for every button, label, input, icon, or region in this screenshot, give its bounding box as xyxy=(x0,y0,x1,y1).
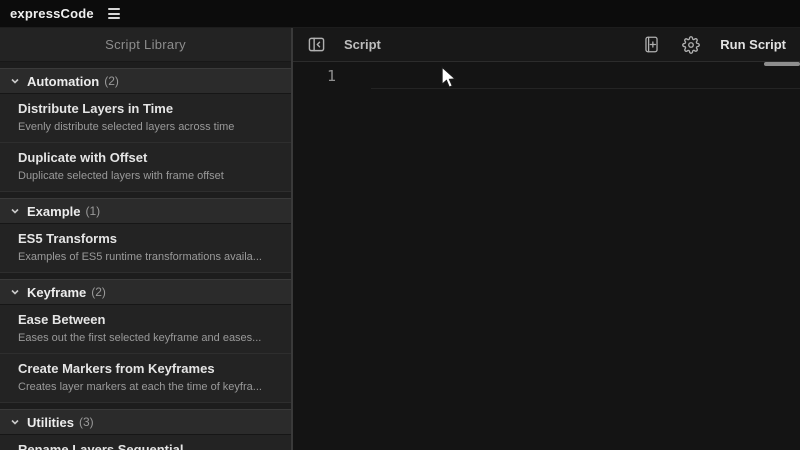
list-item-create-markers[interactable]: Create Markers from Keyframes Creates la… xyxy=(0,354,291,403)
mouse-cursor-icon xyxy=(440,65,458,97)
sidebar-title: Script Library xyxy=(105,37,186,52)
topbar: expressCode xyxy=(0,0,800,28)
chevron-down-icon xyxy=(10,206,20,216)
hamburger-menu-icon[interactable] xyxy=(107,8,120,19)
editor-panel: Script Run Script 1 xyxy=(293,28,800,450)
section-title: Example xyxy=(27,203,81,219)
item-title: Duplicate with Offset xyxy=(18,150,148,165)
sidebar-header: Script Library xyxy=(0,28,291,62)
main-split: Script Library Automation (2) Distribute… xyxy=(0,28,800,450)
app-logo: expressCode xyxy=(10,6,94,21)
app-window: expressCode Script Library Automation (2… xyxy=(0,0,800,450)
item-title: Ease Between xyxy=(18,312,106,327)
item-description: Creates layer markers at each the time o… xyxy=(18,381,262,393)
section-header-automation[interactable]: Automation (2) xyxy=(0,68,291,94)
item-description: Duplicate selected layers with frame off… xyxy=(18,170,224,182)
section-count: (3) xyxy=(78,415,94,429)
code-editor-surface[interactable]: 1 xyxy=(293,62,800,450)
list-item-ease-between[interactable]: Ease Between Eases out the first selecte… xyxy=(0,305,291,354)
panel-title: Script xyxy=(344,37,381,52)
section-title: Utilities xyxy=(27,414,74,430)
editor-toolbar: Script Run Script xyxy=(293,28,800,62)
section-count: (1) xyxy=(85,204,101,218)
section-header-keyframe[interactable]: Keyframe (2) xyxy=(0,279,291,305)
section-title: Keyframe xyxy=(27,284,87,300)
list-item-duplicate-offset[interactable]: Duplicate with Offset Duplicate selected… xyxy=(0,143,291,192)
item-title: ES5 Transforms xyxy=(18,231,117,246)
list-item-es5-transforms[interactable]: ES5 Transforms Examples of ES5 runtime t… xyxy=(0,224,291,273)
chevron-down-icon xyxy=(10,287,20,297)
horizontal-scrollbar-thumb[interactable] xyxy=(764,62,800,66)
add-to-library-icon[interactable] xyxy=(643,35,660,54)
item-description: Eases out the first selected keyframe an… xyxy=(18,332,262,344)
item-description: Examples of ES5 runtime transformations … xyxy=(18,251,262,263)
line-number: 1 xyxy=(327,67,337,85)
section-count: (2) xyxy=(104,74,119,88)
item-description: Evenly distribute selected layers across… xyxy=(18,121,235,133)
collapse-panel-icon[interactable] xyxy=(307,36,326,53)
item-title: Create Markers from Keyframes xyxy=(18,361,215,376)
item-title: Rename Layers Sequential xyxy=(18,442,184,450)
script-library-sidebar: Script Library Automation (2) Distribute… xyxy=(0,28,293,450)
list-item-distribute-layers[interactable]: Distribute Layers in Time Evenly distrib… xyxy=(0,94,291,143)
settings-gear-icon[interactable] xyxy=(682,35,701,54)
chevron-down-icon xyxy=(10,417,20,427)
chevron-down-icon xyxy=(10,76,20,86)
section-header-example[interactable]: Example (1) xyxy=(0,198,291,224)
list-item-rename-layers[interactable]: Rename Layers Sequential xyxy=(0,435,291,450)
section-header-utilities[interactable]: Utilities (3) xyxy=(0,409,291,435)
active-line-underline xyxy=(371,88,800,89)
item-title: Distribute Layers in Time xyxy=(18,101,174,116)
run-script-button[interactable]: Run Script xyxy=(720,37,786,52)
section-title: Automation xyxy=(27,73,100,89)
section-count: (2) xyxy=(91,285,106,299)
